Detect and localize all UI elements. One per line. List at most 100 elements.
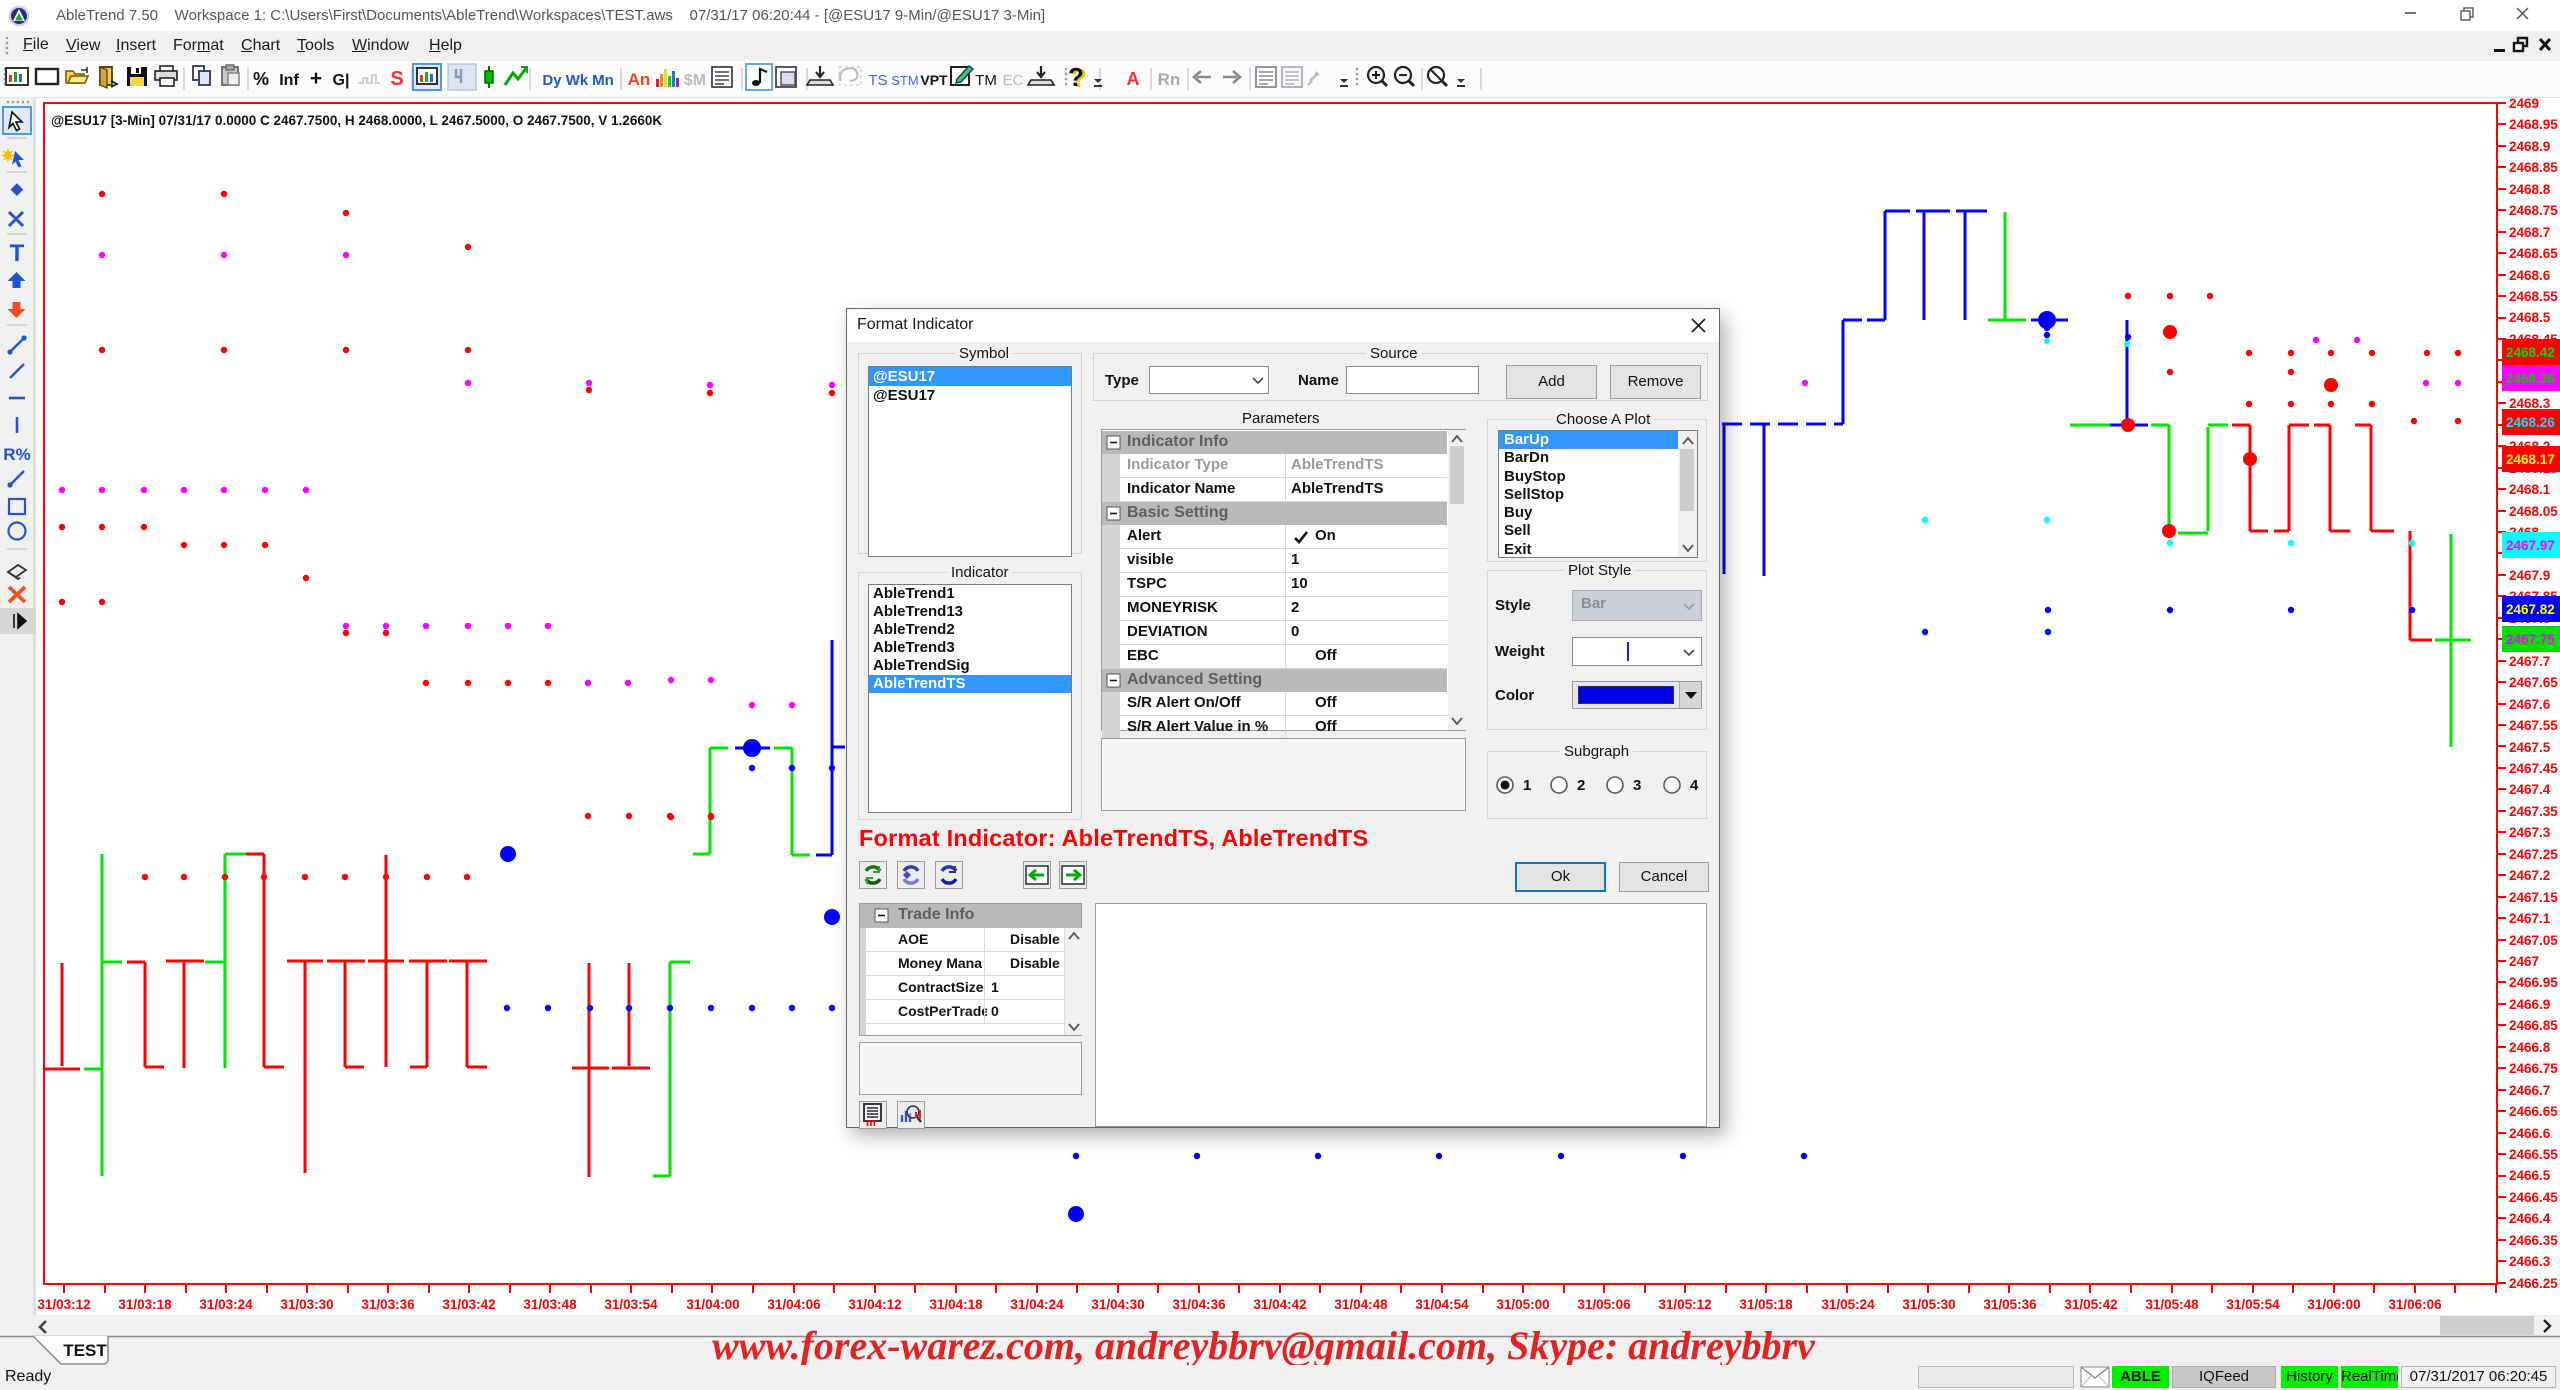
svg-text:2468.17: 2468.17	[2506, 452, 2555, 467]
svg-text:An: An	[628, 70, 651, 89]
svg-text:31/05:06: 31/05:06	[1577, 1297, 1631, 1312]
svg-text:2468.26: 2468.26	[2506, 415, 2555, 430]
svg-text:A: A	[1127, 69, 1140, 89]
svg-text:31/05:36: 31/05:36	[1983, 1297, 2037, 1312]
svg-text:2466.75: 2466.75	[2509, 1061, 2558, 1076]
svg-text:31/05:18: 31/05:18	[1739, 1297, 1793, 1312]
svg-text:T: T	[10, 240, 25, 267]
svg-text:2468.05: 2468.05	[2509, 504, 2558, 519]
svg-text:TEST: TEST	[63, 1341, 107, 1360]
svg-text:R%: R%	[3, 445, 30, 464]
svg-text:2466.65: 2466.65	[2509, 1104, 2558, 1119]
svg-text:2467.5: 2467.5	[2509, 740, 2551, 755]
svg-text:2467.97: 2467.97	[2506, 538, 2555, 553]
svg-text:2466.95: 2466.95	[2509, 975, 2558, 990]
svg-text:2468.3: 2468.3	[2509, 396, 2551, 411]
svg-text:2467.1: 2467.1	[2509, 911, 2551, 926]
svg-text:31/05:42: 31/05:42	[2064, 1297, 2117, 1312]
svg-text:31/04:42: 31/04:42	[1253, 1297, 1306, 1312]
svg-text:2467.6: 2467.6	[2509, 697, 2551, 712]
svg-text:2467.82: 2467.82	[2506, 602, 2555, 617]
svg-text:2468.7: 2468.7	[2509, 225, 2550, 240]
svg-text:2467.15: 2467.15	[2509, 890, 2558, 905]
svg-text:2466.35: 2466.35	[2509, 1233, 2558, 1248]
svg-text:S: S	[390, 68, 403, 90]
svg-text:2468.85: 2468.85	[2509, 160, 2558, 175]
svg-text:?: ?	[1068, 62, 1084, 92]
svg-text:31/03:48: 31/03:48	[523, 1297, 577, 1312]
svg-text:VPT: VPT	[920, 72, 948, 88]
svg-text:EC: EC	[1003, 72, 1024, 89]
svg-text:2468.42: 2468.42	[2506, 345, 2555, 360]
svg-text:2468.5: 2468.5	[2509, 310, 2551, 325]
svg-text:31/04:18: 31/04:18	[929, 1297, 983, 1312]
svg-text:2467.9: 2467.9	[2509, 568, 2550, 583]
svg-text:2467.25: 2467.25	[2509, 847, 2558, 862]
svg-text:2468.6: 2468.6	[2509, 268, 2551, 283]
svg-text:31/03:18: 31/03:18	[118, 1297, 172, 1312]
svg-text:2466.7: 2466.7	[2509, 1083, 2550, 1098]
svg-text:2468.8: 2468.8	[2509, 182, 2551, 197]
svg-text:2468.1: 2468.1	[2509, 482, 2551, 497]
svg-text:31/04:12: 31/04:12	[848, 1297, 901, 1312]
svg-text:2466.9: 2466.9	[2509, 997, 2550, 1012]
svg-text:Rn: Rn	[1158, 70, 1181, 89]
svg-text:2467.65: 2467.65	[2509, 675, 2558, 690]
svg-text:2466.45: 2466.45	[2509, 1190, 2558, 1205]
svg-text:2467.4: 2467.4	[2509, 782, 2551, 797]
svg-text:+: +	[310, 67, 322, 90]
svg-text:31/04:06: 31/04:06	[767, 1297, 821, 1312]
svg-text:31/04:30: 31/04:30	[1091, 1297, 1144, 1312]
svg-text:2468.75: 2468.75	[2509, 203, 2558, 218]
svg-text:STM: STM	[891, 73, 918, 88]
svg-text:m: m	[866, 1117, 876, 1128]
svg-text:2466.3: 2466.3	[2509, 1254, 2551, 1269]
svg-text:2467.55: 2467.55	[2509, 718, 2558, 733]
svg-text:31/03:42: 31/03:42	[442, 1297, 495, 1312]
svg-text:2468.65: 2468.65	[2509, 246, 2558, 261]
svg-text:2466.85: 2466.85	[2509, 1018, 2558, 1033]
svg-text:31/05:54: 31/05:54	[2226, 1297, 2280, 1312]
svg-text:31/03:54: 31/03:54	[604, 1297, 658, 1312]
svg-text:@ESU17 [3-Min] 07/31/17 0.000: @ESU17 [3-Min] 07/31/17 0.0000 C 2467.75…	[51, 113, 662, 128]
svg-text:31/05:30: 31/05:30	[1902, 1297, 1955, 1312]
svg-text:2468.36: 2468.36	[2506, 371, 2555, 386]
svg-text:31/05:00: 31/05:00	[1496, 1297, 1549, 1312]
svg-text:31/04:48: 31/04:48	[1334, 1297, 1388, 1312]
svg-text:2466.25: 2466.25	[2509, 1276, 2558, 1291]
svg-text:31/03:12: 31/03:12	[37, 1297, 90, 1312]
svg-text:TS: TS	[868, 72, 887, 89]
svg-text:Inf: Inf	[279, 72, 299, 89]
svg-text:Dy: Dy	[542, 72, 562, 89]
svg-text:31/04:36: 31/04:36	[1172, 1297, 1226, 1312]
svg-text:2466.55: 2466.55	[2509, 1147, 2558, 1162]
svg-text:$M: $M	[684, 72, 706, 89]
svg-text:TM: TM	[975, 72, 997, 89]
svg-text:2467.05: 2467.05	[2509, 933, 2558, 948]
svg-text:2467.45: 2467.45	[2509, 761, 2558, 776]
svg-text:2467.7: 2467.7	[2509, 654, 2550, 669]
svg-text:2467.3: 2467.3	[2509, 825, 2551, 840]
svg-text:31/03:24: 31/03:24	[199, 1297, 253, 1312]
svg-text:2468.95: 2468.95	[2509, 117, 2558, 132]
svg-text:Mn: Mn	[592, 72, 614, 89]
svg-text:G|: G|	[333, 72, 350, 89]
svg-text:31/05:48: 31/05:48	[2145, 1297, 2199, 1312]
svg-text:2467.35: 2467.35	[2509, 804, 2558, 819]
svg-text:2466.5: 2466.5	[2509, 1168, 2551, 1183]
svg-text:2467.75: 2467.75	[2506, 632, 2555, 647]
svg-text:31/06:00: 31/06:00	[2307, 1297, 2360, 1312]
svg-text:2466.8: 2466.8	[2509, 1040, 2551, 1055]
svg-text:2467: 2467	[2509, 954, 2539, 969]
svg-text:2469: 2469	[2509, 98, 2539, 111]
svg-text:31/05:24: 31/05:24	[1821, 1297, 1875, 1312]
svg-text:31/04:00: 31/04:00	[686, 1297, 739, 1312]
svg-text:2467.2: 2467.2	[2509, 868, 2550, 883]
svg-text:31/04:54: 31/04:54	[1415, 1297, 1469, 1312]
svg-text:31/05:12: 31/05:12	[1658, 1297, 1711, 1312]
svg-text:31/04:24: 31/04:24	[1010, 1297, 1064, 1312]
svg-text:2468.55: 2468.55	[2509, 289, 2558, 304]
svg-text:31/03:36: 31/03:36	[361, 1297, 415, 1312]
svg-text:2466.6: 2466.6	[2509, 1126, 2551, 1141]
svg-text:Wk: Wk	[566, 72, 589, 89]
